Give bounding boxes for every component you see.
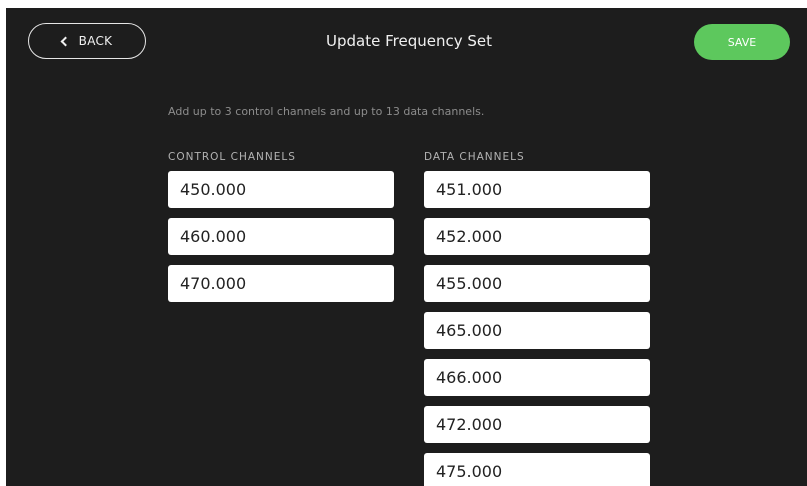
- data-channel-field[interactable]: 451.000: [424, 171, 650, 208]
- data-channels-label: DATA CHANNELS: [424, 151, 525, 163]
- data-channel-field[interactable]: 455.000: [424, 265, 650, 302]
- control-channel-field[interactable]: 450.000: [168, 171, 394, 208]
- data-channel-field[interactable]: 452.000: [424, 218, 650, 255]
- data-channel-field[interactable]: 465.000: [424, 312, 650, 349]
- control-channels-label: CONTROL CHANNELS: [168, 151, 296, 163]
- frequency-set-screen: BACK Update Frequency Set SAVE Add up to…: [6, 8, 807, 486]
- instruction-text: Add up to 3 control channels and up to 1…: [168, 105, 485, 118]
- control-channel-field[interactable]: 470.000: [168, 265, 394, 302]
- save-button[interactable]: SAVE: [694, 24, 790, 60]
- data-channel-field[interactable]: 475.000: [424, 453, 650, 486]
- data-channel-field[interactable]: 472.000: [424, 406, 650, 443]
- page-title: Update Frequency Set: [326, 32, 492, 50]
- control-channel-field[interactable]: 460.000: [168, 218, 394, 255]
- data-channel-field[interactable]: 466.000: [424, 359, 650, 396]
